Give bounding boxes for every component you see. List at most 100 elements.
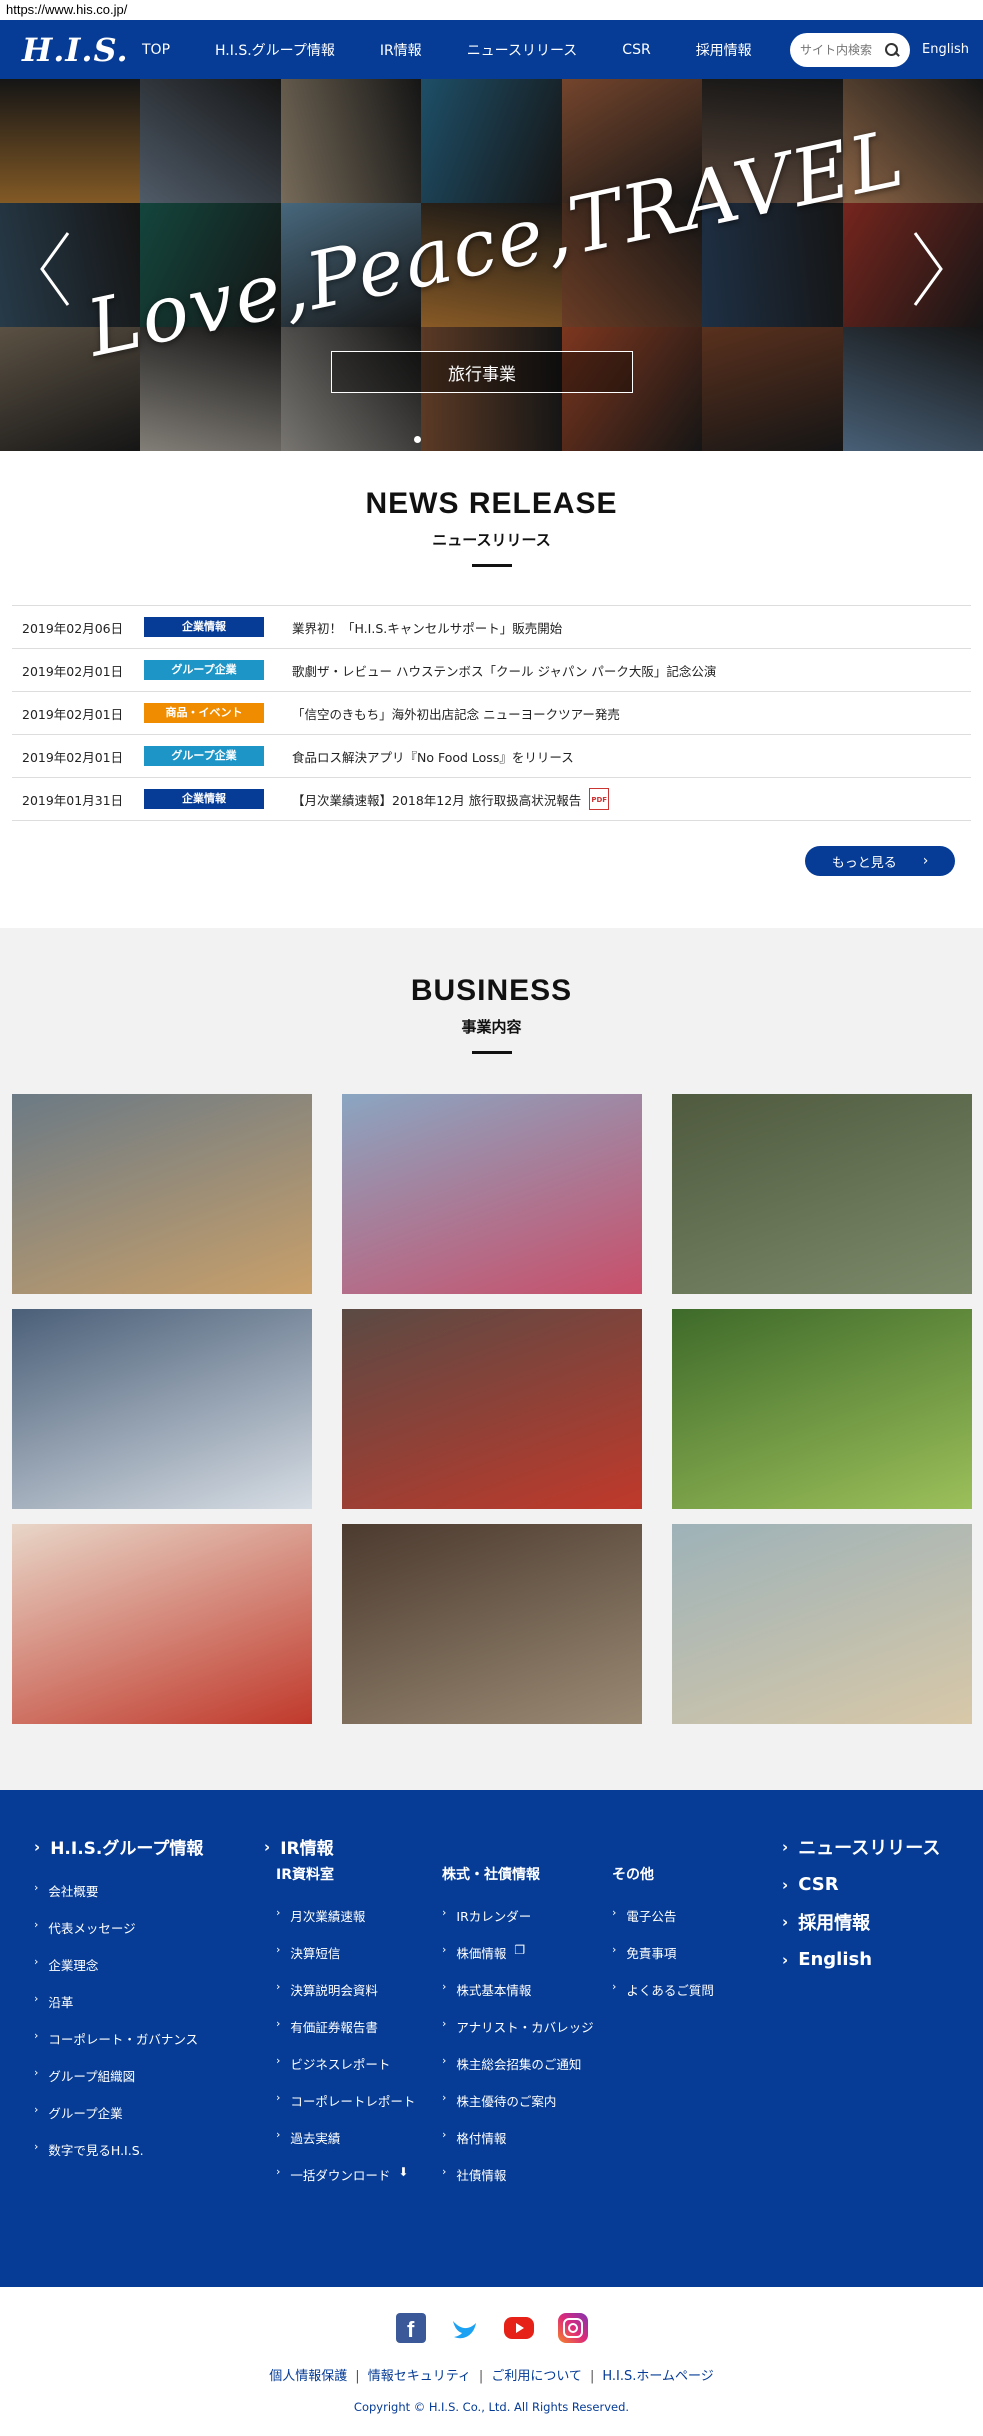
chevron-right-icon: › <box>276 1906 281 1919</box>
nav-csr[interactable]: CSR <box>622 42 650 58</box>
news-headline-link[interactable]: 食品ロス解決アプリ『No Food Loss』をリリース <box>292 747 574 766</box>
footer-link[interactable]: › グループ組織図 <box>34 2066 203 2103</box>
news-row[interactable]: 2019年02月01日 グループ企業 歌劇ザ・レビュー ハウステンボス「クール ジャ… <box>12 649 971 692</box>
chevron-right-icon: › <box>34 1955 39 1968</box>
chevron-right-icon: › <box>782 1913 789 1931</box>
footer-link[interactable]: › グループ企業 <box>34 2103 203 2140</box>
footer-link[interactable]: › 社債情報 <box>442 2165 594 2202</box>
footer-link[interactable]: › 企業理念 <box>34 1955 203 1992</box>
footer-link[interactable]: › コーポレート・ガバナンス <box>34 2029 203 2066</box>
his-logo[interactable]: H.I.S. <box>22 31 128 69</box>
news-headline-link[interactable]: 業界初！「H.I.S.キャンセルサポート」販売開始 <box>292 618 562 637</box>
nav-top[interactable]: TOP <box>142 42 170 58</box>
footer-link[interactable]: › 沿革 <box>34 1992 203 2029</box>
instagram-icon[interactable] <box>557 2313 588 2343</box>
footer-link[interactable]: › 電子公告 <box>612 1906 714 1943</box>
twitter-icon[interactable] <box>450 2313 480 2343</box>
footer-link[interactable]: › 決算短信 <box>276 1943 415 1980</box>
other-heading: その他 <box>612 1867 654 1883</box>
business-card-image[interactable] <box>342 1094 642 1294</box>
social-links: f <box>0 2313 983 2343</box>
hero-category-badge[interactable]: 旅行事業 <box>331 351 633 393</box>
footer-link[interactable]: › 代表メッセージ <box>34 1918 203 1955</box>
news-headline-link[interactable]: 【月次業績速報】2018年12月 旅行取扱高状況報告 <box>292 790 581 809</box>
carousel-dot[interactable] <box>414 436 421 443</box>
footer-right-link[interactable]: › English <box>782 1949 940 1970</box>
footer-link[interactable]: › コーポレートレポート <box>276 2091 415 2128</box>
footer-link[interactable]: › 株主優待のご案内 <box>442 2091 594 2128</box>
news-row[interactable]: 2019年02月06日 企業情報 業界初！「H.I.S.キャンセルサポート」販売開始 <box>12 606 971 649</box>
facebook-icon[interactable]: f <box>395 2313 426 2343</box>
chevron-right-icon: › <box>782 1875 789 1894</box>
nav-news-release[interactable]: ニュースリリース <box>467 40 578 60</box>
footer-link[interactable]: › 株価情報 ❐ <box>442 1943 594 1980</box>
footer-link[interactable]: › 数字で見るH.I.S. <box>34 2140 203 2177</box>
business-card-image[interactable] <box>672 1524 972 1724</box>
search-input[interactable] <box>800 42 881 57</box>
footer-link[interactable]: › 格付情報 <box>442 2128 594 2165</box>
stock-info-heading: 株式・社債情報 <box>442 1867 540 1883</box>
news-category-badge: グループ企業 <box>144 660 264 680</box>
news-title-en: NEWS RELEASE <box>365 487 618 520</box>
chevron-right-icon: › <box>442 1943 447 1956</box>
news-date: 2019年02月01日 <box>22 663 124 679</box>
footer-link[interactable]: › アナリスト・カバレッジ <box>442 2017 594 2054</box>
browser-url[interactable]: https://www.his.co.jp/ <box>0 0 983 20</box>
youtube-icon[interactable] <box>503 2317 534 2339</box>
footer-link[interactable]: › 会社概要 <box>34 1881 203 1918</box>
site-search[interactable] <box>790 32 911 67</box>
footer-bottom-link[interactable]: ご利用について <box>491 2369 582 2384</box>
footer-right-link[interactable]: › 採用情報 <box>782 1909 940 1935</box>
copyright: Copyright © H.I.S. Co., Ltd. All Rights … <box>353 2400 630 2414</box>
business-card-image[interactable] <box>342 1524 642 1724</box>
news-headline-link[interactable]: 「信空のきもち」海外初出店記念 ニューヨークツアー発売 <box>292 704 620 723</box>
nav-recruit[interactable]: 採用情報 <box>696 40 752 60</box>
news-row[interactable]: 2019年02月01日 商品・イベント 「信空のきもち」海外初出店記念 ニューヨーク… <box>12 692 971 735</box>
news-row[interactable]: 2019年01月31日 企業情報 【月次業績速報】2018年12月 旅行取扱高状況報… <box>12 778 971 821</box>
footer-bottom: f 個人情報保護 | 情報セキュリティ | ご利用について | H.I.S.ホームページ C… <box>0 2287 983 2434</box>
footer-ir-heading[interactable]: › IR情報 <box>264 1834 334 1860</box>
footer-link[interactable]: › 過去実績 <box>276 2128 415 2165</box>
business-card-image[interactable] <box>672 1309 972 1509</box>
footer-link[interactable]: › 月次業績速報 <box>276 1906 415 1943</box>
footer-link[interactable]: › IRカレンダー <box>442 1906 594 1943</box>
carousel-next-icon[interactable] <box>907 229 947 309</box>
carousel-prev-icon[interactable] <box>36 229 76 309</box>
business-card-image[interactable] <box>12 1524 312 1724</box>
nav-ir[interactable]: IR情報 <box>380 40 422 60</box>
chevron-right-icon: › <box>276 2017 281 2030</box>
business-grid <box>12 1094 972 1724</box>
footer-bottom-link[interactable]: H.I.S.ホームページ <box>602 2369 713 2384</box>
footer-link[interactable]: › ビジネスレポート <box>276 2054 415 2091</box>
nav-group-info[interactable]: H.I.S.グループ情報 <box>215 40 335 60</box>
footer-ir-room: IR資料室 › 月次業績速報 › 決算短信 › 決算説明会資料 › 有価証券報告書 › ビジネスレ… <box>276 1864 415 2202</box>
business-card-image[interactable] <box>672 1094 972 1294</box>
footer-bottom-link[interactable]: 情報セキュリティ <box>368 2369 471 2384</box>
business-card-image[interactable] <box>12 1094 312 1294</box>
news-headline-link[interactable]: 歌劇ザ・レビュー ハウステンボス「クール ジャパン パーク大阪」記念公演 <box>292 661 716 680</box>
news-list: 2019年02月06日 企業情報 業界初！「H.I.S.キャンセルサポート」販売開始… <box>12 605 971 821</box>
footer-bottom-link[interactable]: 個人情報保護 <box>269 2369 347 2384</box>
footer-link[interactable]: › 一括ダウンロード ⬇ <box>276 2165 415 2202</box>
news-row[interactable]: 2019年02月01日 グループ企業 食品ロス解決アプリ『No Food Loss』… <box>12 735 971 778</box>
news-date: 2019年02月01日 <box>22 706 124 722</box>
chevron-right-icon: › <box>276 1980 281 1993</box>
footer-link[interactable]: › 株主総会招集のご通知 <box>442 2054 594 2091</box>
pdf-icon[interactable]: PDF <box>589 788 610 810</box>
business-card-image[interactable] <box>342 1309 642 1509</box>
news-date: 2019年02月01日 <box>22 749 124 765</box>
search-icon[interactable] <box>884 42 900 58</box>
footer-link[interactable]: › 有価証券報告書 <box>276 2017 415 2054</box>
more-button[interactable]: もっと見る › <box>805 846 955 876</box>
footer-link[interactable]: › 決算説明会資料 <box>276 1980 415 2017</box>
footer-right-link[interactable]: › ニュースリリース <box>782 1834 940 1860</box>
business-card-image[interactable] <box>12 1309 312 1509</box>
footer-right-link[interactable]: › CSR <box>782 1874 940 1895</box>
footer-link[interactable]: › 株式基本情報 <box>442 1980 594 2017</box>
site-header: H.I.S. TOP H.I.S.グループ情報 IR情報 ニュースリリース CS… <box>0 20 983 79</box>
english-link[interactable]: English <box>922 42 969 57</box>
footer-link[interactable]: › よくあるご質問 <box>612 1980 714 2017</box>
footer-group-heading[interactable]: › H.I.S.グループ情報 <box>34 1834 203 1860</box>
footer-link[interactable]: › 免責事項 <box>612 1943 714 1980</box>
chevron-right-icon: › <box>612 1980 617 1993</box>
